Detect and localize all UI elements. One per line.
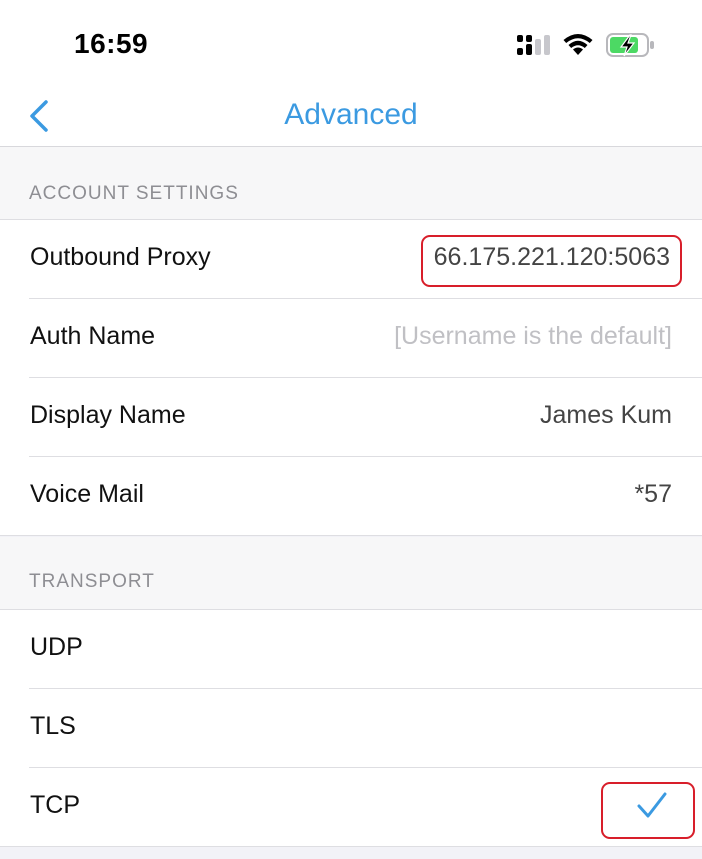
row-divider <box>0 846 702 847</box>
advanced-settings-screen: 16:59 Advanced ACCOUNT SETTINGS Outbound… <box>0 0 702 859</box>
row-divider <box>0 535 702 536</box>
cellular-signal-icon <box>516 34 550 61</box>
status-time: 16:59 <box>74 28 149 59</box>
tcp-checkmark-highlight <box>601 782 695 839</box>
transport-option-tcp[interactable]: TCP <box>0 768 702 847</box>
section-header-label: TRANSPORT <box>29 571 155 592</box>
outbound-proxy-row[interactable]: Outbound Proxy 66.175.221.120:5063 <box>0 220 702 299</box>
status-icons <box>516 32 656 63</box>
navigation-bar: Advanced <box>0 88 702 147</box>
page-title: Advanced <box>284 98 418 131</box>
voice-mail-value[interactable]: *57 <box>634 480 672 509</box>
auth-name-label: Auth Name <box>30 322 156 350</box>
auth-name-row[interactable]: Auth Name [Username is the default] <box>0 299 702 378</box>
outbound-proxy-highlight <box>421 235 682 287</box>
outbound-proxy-label: Outbound Proxy <box>30 243 211 271</box>
wifi-icon <box>562 33 594 62</box>
display-name-label: Display Name <box>30 401 186 429</box>
battery-charging-icon <box>606 32 656 63</box>
display-name-value[interactable]: James Kum <box>540 401 672 430</box>
transport-option-label: UDP <box>30 633 83 661</box>
transport-option-udp[interactable]: UDP <box>0 610 702 689</box>
transport-option-tls[interactable]: TLS <box>0 689 702 768</box>
display-name-row[interactable]: Display Name James Kum <box>0 378 702 457</box>
voice-mail-row[interactable]: Voice Mail *57 <box>0 457 702 536</box>
auth-name-field[interactable]: [Username is the default] <box>394 322 672 351</box>
section-header-account-settings: ACCOUNT SETTINGS <box>0 147 702 220</box>
transport-option-label: TLS <box>30 712 76 740</box>
section-header-label: ACCOUNT SETTINGS <box>29 183 239 204</box>
status-bar: 16:59 <box>0 0 702 88</box>
section-header-transport: TRANSPORT <box>0 537 702 610</box>
voice-mail-label: Voice Mail <box>30 480 144 508</box>
transport-option-label: TCP <box>30 791 80 819</box>
